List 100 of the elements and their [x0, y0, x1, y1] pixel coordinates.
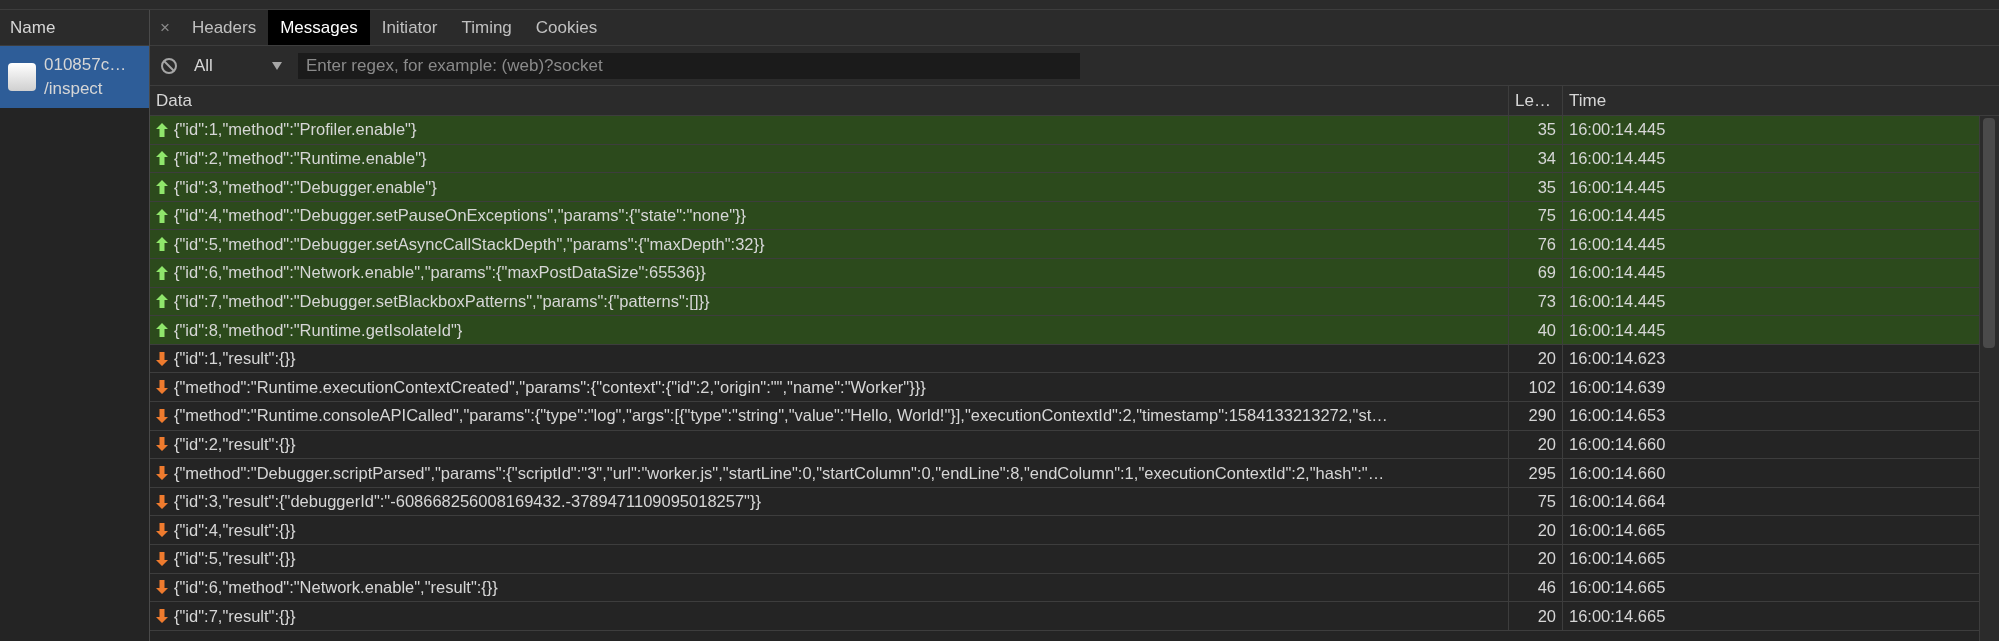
message-row[interactable]: {"id":3,"result":{"debuggerId":"-608668256008169432.-3789471109095018257"}} 75 16:00:14.664 — [150, 487, 1979, 517]
message-data: {"id":3,"result":{"debuggerId":"-608668256008169432.-3789471109095018257"}} — [174, 491, 761, 513]
message-row[interactable]: {"id":2,"method":"Runtime.enable"} 34 16:00:14.445 — [150, 144, 1979, 174]
message-length: 20 — [1537, 348, 1556, 370]
message-length: 46 — [1537, 576, 1556, 598]
message-length: 34 — [1537, 148, 1556, 169]
message-length: 75 — [1537, 491, 1556, 513]
message-length: 35 — [1537, 176, 1556, 198]
scrollbar-thumb[interactable] — [1983, 118, 1995, 348]
down-arrow-icon — [156, 608, 168, 623]
up-arrow-icon — [156, 322, 168, 337]
message-data: {"id":4,"method":"Debugger.setPauseOnExceptions","params":{"state":"none"}} — [174, 205, 747, 227]
column-header[interactable]: Time — [1569, 87, 1607, 114]
message-data: {"id":4,"result":{}} — [174, 519, 296, 541]
message-time: 16:00:14.660 — [1569, 433, 1666, 455]
up-arrow-icon — [156, 151, 168, 166]
column-header[interactable]: Le… — [1515, 87, 1551, 114]
up-arrow-icon — [156, 237, 168, 252]
close-button[interactable]: × — [150, 10, 180, 45]
message-time: 16:00:14.639 — [1569, 376, 1666, 398]
message-row[interactable]: {"id":4,"result":{}} 20 16:00:14.665 — [150, 516, 1979, 545]
down-arrow-icon — [156, 494, 168, 509]
message-data: {"id":2,"result":{}} — [174, 433, 296, 455]
message-row[interactable]: {"id":2,"result":{}} 20 16:00:14.660 — [150, 430, 1979, 460]
request-item[interactable]: 010857c… /inspect — [0, 46, 149, 108]
message-data: {"id":2,"method":"Runtime.enable"} — [174, 148, 427, 169]
up-arrow-icon — [156, 265, 168, 280]
message-data: {"id":1,"method":"Profiler.enable"} — [174, 119, 417, 141]
message-length: 76 — [1537, 233, 1556, 255]
message-row[interactable]: {"id":6,"method":"Network.enable","params":{"maxPostDataSize":65536}} 69 16:00:14.445 — [150, 258, 1979, 288]
down-arrow-icon — [156, 437, 168, 452]
message-length: 69 — [1537, 262, 1556, 284]
message-row[interactable]: {"id":7,"method":"Debugger.setBlackboxPatterns","params":{"patterns":[]}} 73 16:00:14.445 — [150, 287, 1979, 317]
up-arrow-icon — [156, 122, 168, 137]
filter-field[interactable]: Enter regex, for example: (web)?socket — [298, 52, 1080, 79]
down-arrow-icon — [156, 580, 168, 595]
message-length: 20 — [1537, 605, 1556, 627]
down-arrow-icon — [156, 408, 168, 423]
down-arrow-icon — [156, 551, 168, 566]
message-row[interactable]: {"id":6,"method":"Network.enable","result":{}} 46 16:00:14.665 — [150, 573, 1979, 603]
message-row[interactable]: {"id":1,"result":{}} 20 16:00:14.623 — [150, 344, 1979, 374]
message-row[interactable]: {"id":7,"result":{}} 20 16:00:14.665 — [150, 602, 1979, 631]
message-row[interactable]: {"id":3,"method":"Debugger.enable"} 35 16:00:14.445 — [150, 173, 1979, 202]
message-data: {"method":"Runtime.executionContextCreated","params":{"context":{"id":2,"origin":"","name":"Worker"}}} — [174, 376, 926, 398]
message-data: {"id":3,"method":"Debugger.enable"} — [174, 176, 437, 198]
filter-dropdown[interactable]: All — [194, 52, 282, 79]
message-time: 16:00:14.653 — [1569, 405, 1666, 427]
message-data: {"method":"Runtime.consoleAPICalled","params":{"type":"log","args":[{"type":"string","value":"Hello, World!"}],"executionContextId":2,"timestamp":1584133213272,"st… — [174, 405, 1388, 427]
message-time: 16:00:14.445 — [1569, 119, 1666, 141]
down-arrow-icon — [156, 465, 168, 480]
message-time: 16:00:14.445 — [1569, 148, 1666, 169]
tab[interactable]: Timing — [449, 10, 524, 45]
message-time: 16:00:14.445 — [1569, 262, 1666, 284]
message-time: 16:00:14.445 — [1569, 176, 1666, 198]
message-row[interactable]: {"id":8,"method":"Runtime.getIsolateId"} 40 16:00:14.445 — [150, 316, 1979, 345]
document-icon — [8, 63, 36, 91]
message-row[interactable]: {"method":"Runtime.executionContextCreated","params":{"context":{"id":2,"origin":"","name":"Worker"}}} 102 16:00:14.639 — [150, 373, 1979, 402]
tab[interactable]: Cookies — [523, 10, 610, 45]
caret-icon — [272, 61, 282, 70]
message-length: 290 — [1528, 405, 1556, 427]
message-row[interactable]: {"method":"Runtime.consoleAPICalled","params":{"type":"log","args":[{"type":"string","value":"Hello, World!"}],"executionContextId":2,"timestamp":1584133213272,"st… 290 16:00:14.653 — [150, 401, 1979, 431]
message-row[interactable]: {"method":"Debugger.scriptParsed","params":{"scriptId":"3","url":"worker.js","startLine":0,"startColumn":0,"endLine":8,"endColumn":1,"executionContextId":2,"hash":"… 295 16:00:14.660 — [150, 459, 1979, 488]
message-time: 16:00:14.665 — [1569, 519, 1666, 541]
message-length: 73 — [1537, 291, 1556, 312]
message-data: {"id":7,"method":"Debugger.setBlackboxPatterns","params":{"patterns":[]}} — [174, 291, 710, 312]
message-data: {"id":6,"method":"Network.enable","params":{"maxPostDataSize":65536}} — [174, 262, 706, 284]
message-row[interactable]: {"id":5,"method":"Debugger.setAsyncCallStackDepth","params":{"maxDepth":32}} 76 16:00:14.445 — [150, 230, 1979, 259]
down-arrow-icon — [156, 351, 168, 366]
message-time: 16:00:14.665 — [1569, 548, 1666, 570]
message-data: {"id":8,"method":"Runtime.getIsolateId"} — [174, 319, 463, 341]
message-row[interactable]: {"id":5,"result":{}} 20 16:00:14.665 — [150, 544, 1979, 574]
column-header[interactable]: Data — [156, 87, 192, 114]
message-time: 16:00:14.445 — [1569, 233, 1666, 255]
message-length: 20 — [1537, 433, 1556, 455]
request-path: /inspect — [44, 78, 104, 100]
message-length: 20 — [1537, 519, 1556, 541]
up-arrow-icon — [156, 294, 168, 309]
message-length: 40 — [1537, 319, 1556, 341]
message-time: 16:00:14.445 — [1569, 205, 1666, 227]
tab[interactable]: Messages — [268, 10, 370, 45]
down-arrow-icon — [156, 380, 168, 395]
message-time: 16:00:14.665 — [1569, 605, 1666, 627]
down-arrow-icon — [156, 523, 168, 538]
up-arrow-icon — [156, 180, 168, 194]
message-data: {"id":5,"method":"Debugger.setAsyncCallStackDepth","params":{"maxDepth":32}} — [174, 233, 765, 255]
message-time: 16:00:14.665 — [1569, 576, 1666, 598]
tab[interactable]: Initiator — [369, 10, 450, 45]
message-length: 295 — [1528, 462, 1556, 484]
message-time: 16:00:14.660 — [1569, 462, 1666, 484]
message-time: 16:00:14.623 — [1569, 348, 1666, 370]
column-header: Name — [0, 10, 149, 46]
message-data: {"id":5,"result":{}} — [174, 548, 296, 570]
message-time: 16:00:14.664 — [1569, 491, 1666, 513]
message-row[interactable]: {"id":1,"method":"Profiler.enable"} 35 16:00:14.445 — [150, 116, 1979, 145]
block-icon[interactable] — [160, 56, 178, 75]
message-length: 35 — [1537, 119, 1556, 141]
message-length: 75 — [1537, 205, 1556, 227]
message-data: {"method":"Debugger.scriptParsed","params":{"scriptId":"3","url":"worker.js","startLine":0,"startColumn":0,"endLine":8,"endColumn":1,"executionContextId":2,"hash":"… — [174, 462, 1385, 484]
message-row[interactable]: {"id":4,"method":"Debugger.setPauseOnExceptions","params":{"state":"none"}} 75 16:00:14.445 — [150, 201, 1979, 231]
tab[interactable]: Headers — [179, 10, 269, 45]
